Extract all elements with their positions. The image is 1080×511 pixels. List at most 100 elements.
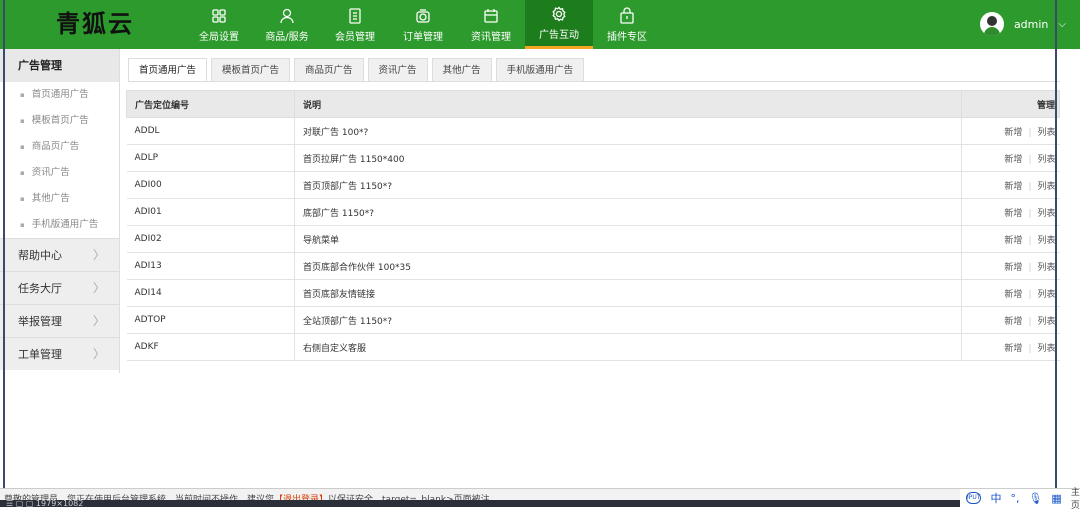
home-link[interactable]: 主页: [1071, 485, 1080, 511]
row-actions: 新增 | 列表: [961, 198, 1060, 226]
list-link[interactable]: 列表: [1037, 236, 1055, 246]
microphone-icon[interactable]: 🎙: [1028, 492, 1042, 505]
tab[interactable]: 商品页广告: [294, 58, 364, 82]
calendar-icon: [484, 8, 498, 23]
table-row: ADI13 首页底部合作伙伴 100*35 新增 | 列表: [126, 252, 1060, 280]
sidebar-subitem[interactable]: 首页通用广告: [0, 82, 119, 108]
sidebar-group[interactable]: 举报管理 〉: [0, 304, 119, 337]
ime-logo-icon[interactable]: IPUT: [966, 492, 982, 504]
add-link[interactable]: 新增: [1004, 263, 1022, 273]
nav-item-1[interactable]: 商品/服务: [253, 0, 321, 49]
add-link[interactable]: 新增: [1004, 344, 1022, 354]
camera-icon: [416, 8, 430, 23]
list-link[interactable]: 列表: [1037, 128, 1055, 138]
sidebar-group[interactable]: 工单管理 〉: [0, 337, 119, 370]
add-link[interactable]: 新增: [1004, 290, 1022, 300]
list-link[interactable]: 列表: [1037, 155, 1055, 165]
chevron-down-icon[interactable]: ⌵: [1058, 19, 1066, 30]
ad-code: ADTOP: [126, 306, 295, 334]
sidebar-subitem[interactable]: 资讯广告: [0, 160, 119, 186]
sidebar: 广告管理 首页通用广告模板首页广告商品页广告资讯广告其他广告手机版通用广告 帮助…: [0, 49, 120, 373]
sidebar-group-label: 帮助中心: [18, 249, 62, 262]
list-link[interactable]: 列表: [1037, 290, 1055, 300]
sidebar-subitem[interactable]: 商品页广告: [0, 134, 119, 160]
ad-code: ADI13: [126, 252, 295, 280]
add-link[interactable]: 新增: [1004, 128, 1022, 138]
nav-item-6[interactable]: 插件专区: [593, 0, 661, 49]
punctuation-icon[interactable]: °,: [1010, 492, 1019, 505]
chevron-right-icon: 〉: [92, 314, 105, 328]
column-header-desc: 说明: [294, 90, 962, 118]
ad-code: ADLP: [126, 144, 295, 172]
row-actions: 新增 | 列表: [961, 171, 1060, 199]
row-actions: 新增 | 列表: [961, 306, 1060, 334]
add-link[interactable]: 新增: [1004, 155, 1022, 165]
ad-code: ADI00: [126, 171, 295, 199]
add-link[interactable]: 新增: [1004, 209, 1022, 219]
window-border-left: [3, 0, 5, 507]
sidebar-group-label: 任务大厅: [18, 282, 62, 295]
tab-divider: [128, 81, 1060, 82]
tab[interactable]: 其他广告: [431, 58, 492, 82]
nav-item-3[interactable]: 订单管理: [389, 0, 457, 49]
add-link[interactable]: 新增: [1004, 236, 1022, 246]
list-link[interactable]: 列表: [1037, 344, 1055, 354]
table-row: ADI14 首页底部友情链接 新增 | 列表: [126, 279, 1060, 307]
apps-grid-icon[interactable]: ▦: [1051, 492, 1061, 505]
tab[interactable]: 首页通用广告: [128, 58, 208, 82]
add-link[interactable]: 新增: [1004, 182, 1022, 192]
grid-icon: [212, 8, 226, 23]
sidebar-header[interactable]: 广告管理: [0, 49, 119, 82]
row-actions: 新增 | 列表: [961, 252, 1060, 280]
user-menu[interactable]: admin ⌵: [979, 12, 1066, 36]
add-link[interactable]: 新增: [1004, 317, 1022, 327]
table-row: ADKF 右侧自定义客服 新增 | 列表: [126, 333, 1060, 361]
list-link[interactable]: 列表: [1037, 317, 1055, 327]
table-row: ADI00 首页顶部广告 1150*? 新增 | 列表: [126, 171, 1060, 199]
nav-item-label: 插件专区: [607, 31, 647, 43]
row-actions: 新增 | 列表: [961, 225, 1060, 253]
tab[interactable]: 资讯广告: [367, 58, 428, 82]
nav-item-label: 订单管理: [403, 31, 443, 43]
nav-item-0[interactable]: 全局设置: [185, 0, 253, 49]
top-navigation-bar: 青狐云 全局设置 商品/服务 会员管理 订单管理 资讯管理 广告互动 插件专区 admin …: [0, 0, 1080, 49]
chevron-right-icon: 〉: [92, 281, 105, 295]
table-row: ADI02 导航菜单 新增 | 列表: [126, 225, 1060, 253]
sidebar-group[interactable]: 帮助中心 〉: [0, 238, 119, 271]
taskbar: [0, 500, 960, 507]
ad-description: 首页底部友情链接: [294, 279, 962, 307]
sidebar-subitem[interactable]: 手机版通用广告: [0, 212, 119, 238]
nav-item-2[interactable]: 会员管理: [321, 0, 389, 49]
ad-description: 底部广告 1150*?: [294, 198, 962, 226]
ad-tabs: 首页通用广告 模板首页广告 商品页广告 资讯广告 其他广告 手机版通用广告: [128, 58, 588, 82]
list-link[interactable]: 列表: [1037, 263, 1055, 273]
nav-item-label: 会员管理: [335, 31, 375, 43]
nav-item-label: 全局设置: [199, 31, 239, 43]
list-link[interactable]: 列表: [1037, 182, 1055, 192]
list-link[interactable]: 列表: [1037, 209, 1055, 219]
nav-item-5[interactable]: 广告互动: [525, 0, 593, 49]
tab[interactable]: 模板首页广告: [211, 58, 291, 82]
sidebar-subitem[interactable]: 模板首页广告: [0, 108, 119, 134]
ime-lang[interactable]: 中: [990, 490, 1001, 506]
main-nav: 全局设置 商品/服务 会员管理 订单管理 资讯管理 广告互动 插件专区: [185, 0, 661, 49]
table-row: ADLP 首页拉屏广告 1150*400 新增 | 列表: [126, 144, 1060, 172]
table-row: ADI01 底部广告 1150*? 新增 | 列表: [126, 198, 1060, 226]
row-actions: 新增 | 列表: [961, 333, 1060, 361]
nav-item-label: 商品/服务: [265, 31, 309, 43]
ime-toolbar: IPUT 中 °, 🎙 ▦ 主页: [960, 488, 1080, 511]
username[interactable]: admin: [1014, 18, 1048, 31]
gear-icon: [552, 6, 566, 22]
tab[interactable]: 手机版通用广告: [495, 58, 585, 82]
ad-description: 全站顶部广告 1150*?: [294, 306, 962, 334]
avatar[interactable]: [979, 12, 1004, 36]
sidebar-subitem[interactable]: 其他广告: [0, 186, 119, 212]
bag-icon: [620, 6, 634, 24]
table-row: ADTOP 全站顶部广告 1150*? 新增 | 列表: [126, 306, 1060, 334]
ad-code: ADI14: [126, 279, 295, 307]
ad-code: ADKF: [126, 333, 295, 361]
sidebar-group[interactable]: 任务大厅 〉: [0, 271, 119, 304]
document-icon: [349, 7, 361, 24]
nav-item-4[interactable]: 资讯管理: [457, 0, 525, 49]
sidebar-group-label: 举报管理: [18, 315, 62, 328]
